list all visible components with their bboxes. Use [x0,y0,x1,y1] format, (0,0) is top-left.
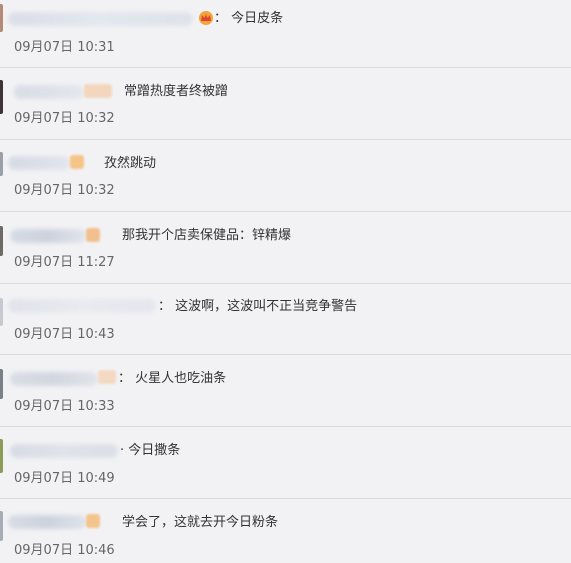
comment-time: 09月07日 10:49 [14,471,115,486]
avatar[interactable] [0,226,3,256]
badge-icon [86,228,100,242]
comment-text: ： 火星人也吃油条 [118,371,227,386]
username-blurred[interactable] [8,515,86,529]
comment-text: · 今日撒条 [120,443,181,458]
comment-item: 那我开个店卖保健品：锌精爆 09月07日 11:27 [0,212,571,284]
comment-text: 常蹭热度者终被蹭 [124,84,229,99]
avatar[interactable] [0,298,3,326]
comment-text: ： 这波啊，这波叫不正当竞争警告 [158,299,358,314]
avatar[interactable] [0,369,3,399]
username-blurred[interactable] [8,12,193,26]
avatar[interactable] [0,80,3,114]
username-blurred[interactable] [10,229,86,243]
username-blurred[interactable] [10,444,118,458]
avatar[interactable] [0,511,3,541]
comment-time: 09月07日 10:33 [14,399,115,414]
comment-item: ： 火星人也吃油条 09月07日 10:33 [0,355,571,427]
comment-item: · 今日撒条 09月07日 10:49 [0,427,571,499]
comment-item: ： 这波啊，这波叫不正当竞争警告 09月07日 10:43 [0,284,571,355]
comment-time: 09月07日 11:27 [14,255,115,270]
avatar[interactable] [0,439,3,473]
comment-item: 学会了，这就去开今日粉条 09月07日 10:46 [0,499,571,563]
badge-icon [98,370,116,384]
comment-item: ： 今日皮条 09月07日 10:31 [0,0,571,68]
comment-text: 孜然跳动 [104,156,157,171]
username-blurred[interactable] [8,156,70,170]
crown-icon [199,11,213,25]
username-blurred[interactable] [10,372,98,386]
comment-item: 常蹭热度者终被蹭 09月07日 10:32 [0,68,571,140]
comment-time: 09月07日 10:31 [14,40,115,55]
badge-icon [70,155,84,169]
comment-time: 09月07日 10:46 [14,543,115,558]
username-blurred[interactable] [14,85,84,99]
comment-item: 孜然跳动 09月07日 10:32 [0,140,571,212]
username-blurred[interactable] [8,299,156,313]
comment-time: 09月07日 10:43 [14,327,115,342]
comment-text: ： 今日皮条 [214,11,284,26]
comment-text: 那我开个店卖保健品：锌精爆 [122,228,292,243]
comment-time: 09月07日 10:32 [14,111,115,126]
comment-text: 学会了，这就去开今日粉条 [122,515,279,530]
comment-list: ： 今日皮条 09月07日 10:31 常蹭热度者终被蹭 09月07日 10:3… [0,0,571,563]
comment-time: 09月07日 10:32 [14,183,115,198]
badge-icon [84,84,112,98]
avatar[interactable] [0,4,3,32]
badge-icon [86,514,100,528]
avatar[interactable] [0,152,3,176]
